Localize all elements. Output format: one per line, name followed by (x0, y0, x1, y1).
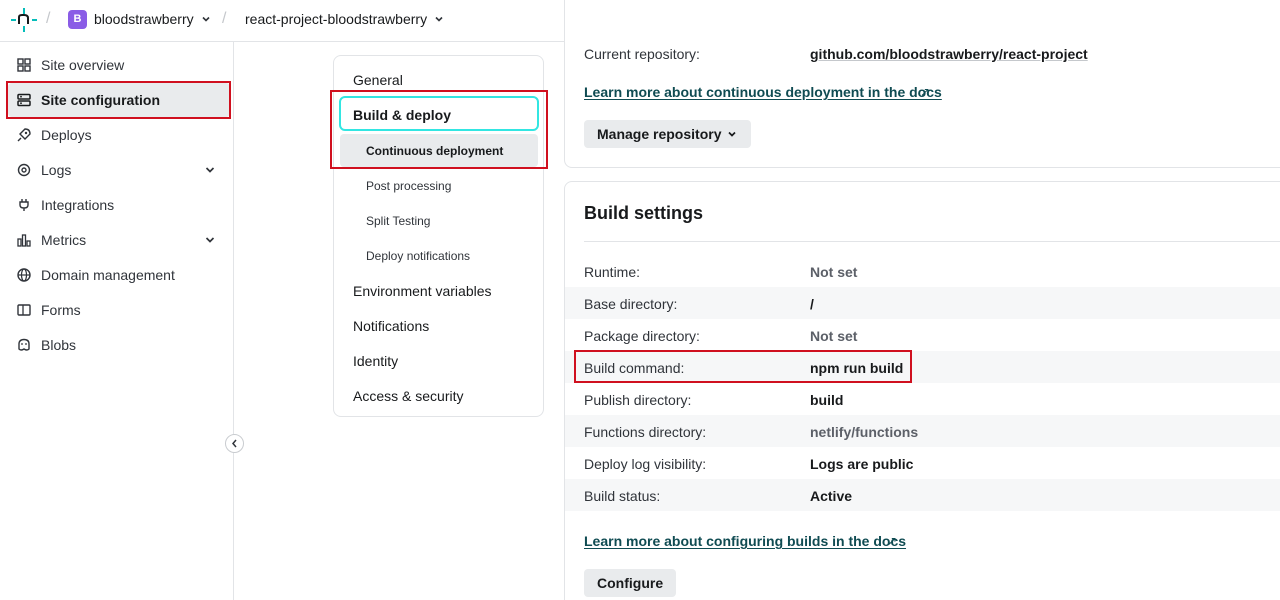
subnav-general[interactable]: General (353, 72, 403, 88)
sidebar-item-label: Forms (41, 302, 81, 318)
sidebar-item-domain-management[interactable]: Domain management (8, 258, 230, 292)
build-status-label: Build status: (584, 488, 661, 504)
sidebar-item-site-configuration[interactable]: Site configuration (8, 83, 230, 117)
repo-link[interactable]: github.com/bloodstrawberry/react-project (810, 46, 1088, 62)
breadcrumb-separator: / (46, 10, 51, 27)
subnav-build-deploy[interactable]: Build & deploy (339, 96, 539, 131)
package-directory-value: Not set (810, 328, 858, 344)
repo-label: Current repository: (584, 46, 700, 62)
sidebar: Site overview Site configuration Deploys… (0, 42, 244, 600)
repository-panel: Current repository: github.com/bloodstra… (564, 0, 1280, 168)
sidebar-item-forms[interactable]: Forms (8, 293, 230, 327)
package-directory-label: Package directory: (584, 328, 700, 344)
netlify-logo-icon[interactable] (10, 7, 38, 33)
sidebar-item-label: Site overview (41, 57, 125, 73)
runtime-label: Runtime: (584, 264, 641, 280)
divider (584, 241, 1280, 242)
sidebar-item-integrations[interactable]: Integrations (8, 188, 230, 222)
subnav-continuous-deployment-label: Continuous deployment (366, 144, 504, 158)
project-switcher[interactable]: react-project-bloodstrawberry (245, 11, 427, 27)
subnav-deploy-notifications[interactable]: Deploy notifications (366, 249, 470, 263)
subnav-continuous-deployment[interactable]: Continuous deployment (340, 134, 538, 167)
subnav-identity[interactable]: Identity (353, 353, 398, 369)
base-directory-label: Base directory: (584, 296, 678, 312)
collapse-sidebar-button[interactable] (225, 434, 244, 453)
logs-icon (17, 163, 31, 177)
grid-icon (17, 58, 31, 72)
subnav-build-deploy-label: Build & deploy (353, 107, 451, 123)
breadcrumb-separator: / (222, 10, 227, 27)
manage-repository-button[interactable]: Manage repository (584, 120, 752, 148)
build-command-label: Build command: (584, 360, 685, 376)
build-command-value: npm run build (810, 360, 904, 376)
subnav-access-security[interactable]: Access & security (353, 388, 463, 404)
sidebar-item-metrics[interactable]: Metrics (8, 223, 230, 257)
sidebar-item-deploys[interactable]: Deploys (8, 118, 230, 152)
subnav-environment-variables[interactable]: Environment variables (353, 283, 492, 299)
settings-subnav: General Build & deploy Continuous deploy… (333, 55, 544, 417)
rocket-icon (17, 128, 31, 142)
server-icon (17, 93, 31, 107)
team-avatar[interactable]: B (68, 10, 87, 29)
deploy-log-visibility-label: Deploy log visibility: (584, 456, 707, 472)
sidebar-item-label: Site configuration (41, 92, 160, 108)
configure-button-label: Configure (597, 575, 664, 591)
external-link-icon: ↗ (920, 85, 931, 99)
deploy-log-visibility-value: Logs are public (810, 456, 914, 472)
chevron-left-icon (232, 439, 237, 448)
functions-directory-value: netlify/functions (810, 424, 919, 440)
publish-directory-label: Publish directory: (584, 392, 692, 408)
build-status-value: Active (810, 488, 853, 504)
chevron-down-icon[interactable] (204, 164, 216, 176)
configure-button[interactable]: Configure (584, 569, 677, 597)
blob-icon (18, 338, 30, 351)
sidebar-item-label: Logs (41, 162, 72, 178)
sidebar-item-label: Metrics (41, 232, 87, 248)
team-switcher[interactable]: bloodstrawberry (94, 11, 194, 27)
build-settings-title: Build settings (584, 203, 704, 223)
external-link-icon: ↗ (887, 534, 898, 548)
sidebar-item-site-overview[interactable]: Site overview (8, 48, 230, 82)
base-directory-value: / (810, 296, 814, 312)
chevron-down-icon (728, 131, 737, 137)
manage-repository-label: Manage repository (597, 126, 722, 142)
builds-docs-link[interactable]: Learn more about configuring builds in t… (584, 533, 906, 549)
chevron-down-icon[interactable] (433, 13, 445, 25)
chart-icon (17, 234, 31, 247)
globe-icon (17, 268, 31, 282)
subnav-notifications[interactable]: Notifications (353, 318, 429, 334)
build-settings-panel: Build settings Runtime: Not set Base dir… (564, 181, 1280, 600)
runtime-value: Not set (810, 264, 858, 280)
chevron-down-icon[interactable] (200, 13, 212, 25)
forms-icon (17, 304, 31, 316)
sidebar-item-label: Domain management (41, 267, 175, 283)
chevron-down-icon[interactable] (204, 234, 216, 246)
cd-docs-link[interactable]: Learn more about continuous deployment i… (584, 84, 942, 100)
subnav-post-processing[interactable]: Post processing (366, 179, 451, 193)
row-band (565, 479, 1280, 511)
sidebar-item-label: Integrations (41, 197, 115, 213)
sidebar-item-label: Blobs (41, 337, 77, 353)
publish-directory-value: build (810, 392, 844, 408)
sidebar-item-label: Deploys (41, 127, 92, 143)
sidebar-item-logs[interactable]: Logs (8, 153, 230, 187)
functions-directory-label: Functions directory: (584, 424, 707, 440)
sidebar-item-blobs[interactable]: Blobs (8, 328, 230, 362)
plug-icon (19, 199, 29, 211)
subnav-split-testing[interactable]: Split Testing (366, 214, 430, 228)
